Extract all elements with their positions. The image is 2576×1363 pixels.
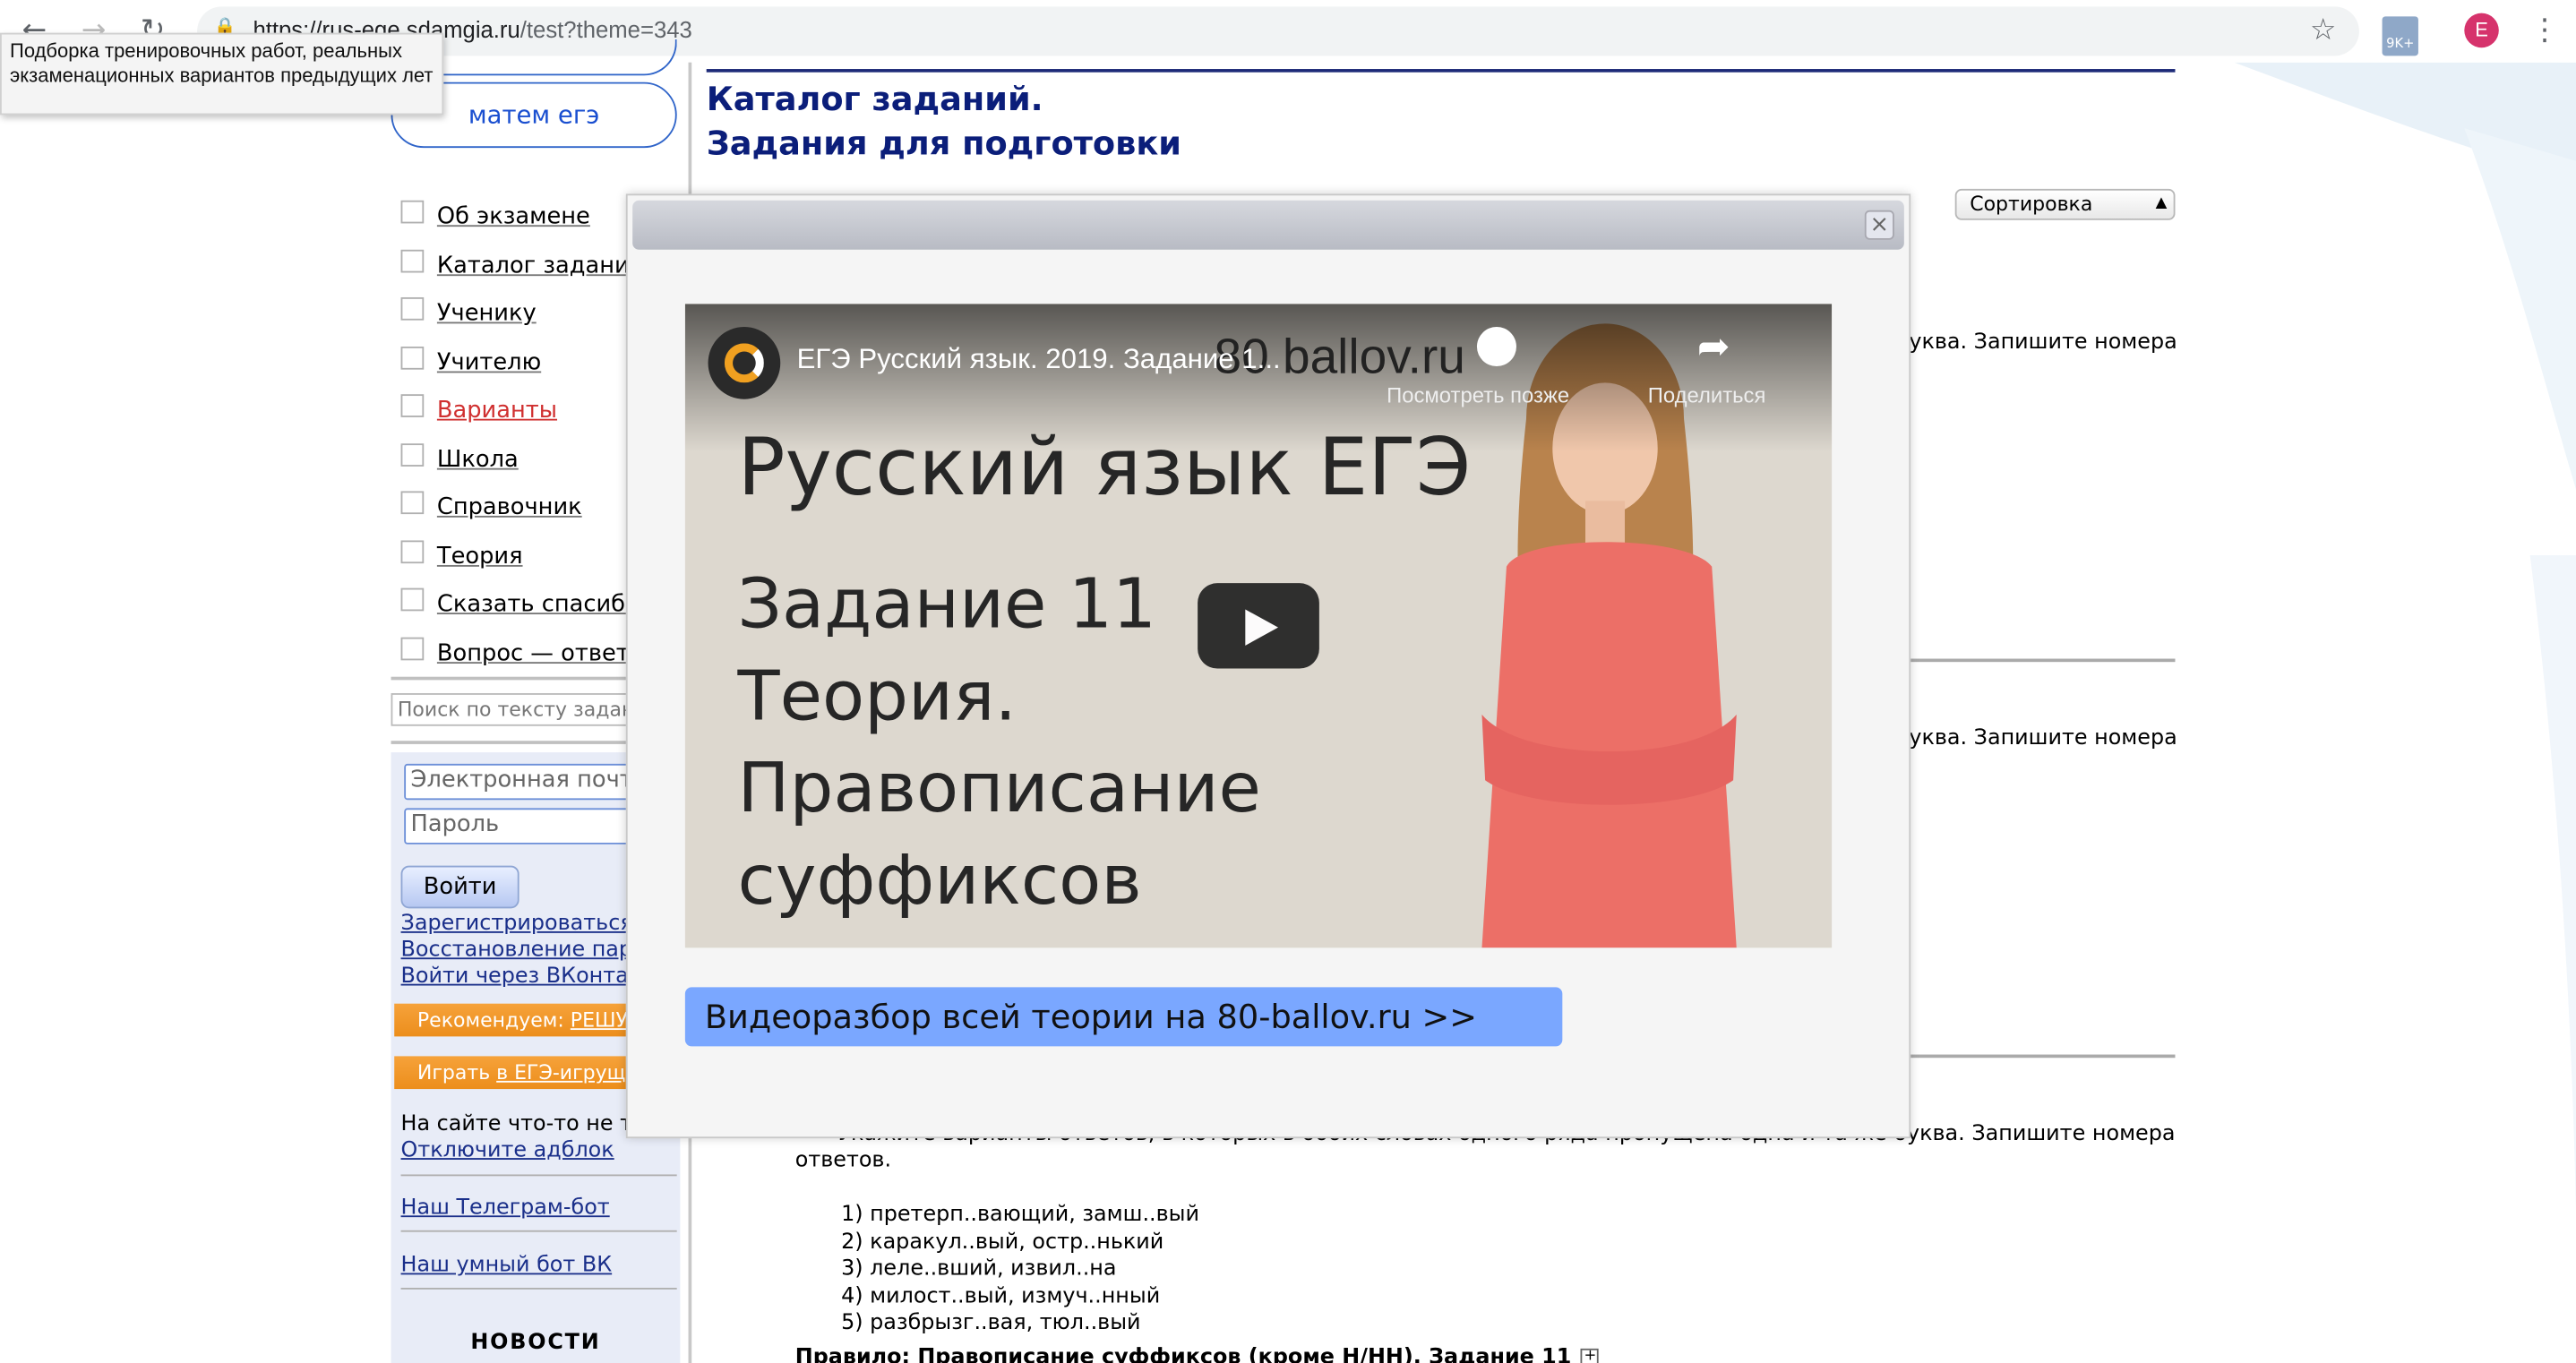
video-heading: Русский язык ЕГЭ — [737, 422, 1472, 515]
sidebar-item-label[interactable]: Об экзамене — [437, 201, 590, 234]
video-line: Задание 11 — [737, 563, 1156, 645]
video-line: Правописание — [737, 747, 1261, 828]
checkbox-icon — [400, 200, 425, 224]
sidebar-item-label[interactable]: Сказать спасибо — [437, 588, 640, 621]
list-item: 5) разбрызг..вая, тюл..вый — [841, 1310, 1141, 1336]
checkbox-icon — [400, 636, 425, 660]
profile-avatar[interactable]: E — [2464, 13, 2499, 48]
browser-menu-icon[interactable]: ⋮ — [2530, 13, 2560, 48]
divider — [400, 1174, 677, 1177]
divider — [400, 1288, 677, 1290]
adblock-link[interactable]: Отключите адблок — [401, 1138, 614, 1163]
list-item: 1) претерп..вающий, замш..вый — [841, 1202, 1199, 1228]
video-modal: × 80 ballov.ru ЕГЭ Русский язык. 2019. З… — [625, 193, 1911, 1139]
task-fragment: уква. Запишите номера — [1909, 725, 2177, 751]
checkbox-icon — [400, 587, 425, 612]
clock-icon[interactable] — [1476, 327, 1516, 367]
expand-plus-icon[interactable]: + — [1581, 1348, 1600, 1363]
vk-login-link[interactable]: Войти через ВКонтакт — [401, 964, 654, 990]
vk-bot-link[interactable]: Наш умный бот ВК — [401, 1253, 613, 1278]
sort-select[interactable]: Сортировка ▲ — [1954, 188, 2176, 220]
checkbox-icon — [400, 539, 425, 563]
page-subtitle: Задания для подготовки — [706, 123, 1181, 163]
checkbox-icon — [400, 248, 425, 272]
header-rule — [706, 69, 2176, 73]
play-button-icon[interactable] — [1198, 583, 1319, 669]
tooltip: Подборка тренировочных работ, реальных э… — [0, 32, 444, 116]
task-separator — [1909, 658, 2176, 663]
sidebar-item-label[interactable]: Справочник — [437, 491, 582, 524]
sidebar-item-label[interactable]: Школа — [437, 442, 519, 476]
checkbox-icon — [400, 491, 425, 515]
sidebar-item-label[interactable]: Вопрос — ответ — [437, 637, 630, 670]
watch-later-label[interactable]: Посмотреть позже — [1387, 382, 1569, 407]
channel-logo-icon[interactable] — [708, 327, 781, 399]
share-icon[interactable]: ➦ — [1697, 323, 1730, 369]
checkbox-icon — [400, 346, 425, 369]
checkbox-icon — [400, 296, 425, 321]
rule-link[interactable]: Правило: Правописание суффиксов (кроме Н… — [795, 1345, 1600, 1363]
checkbox-icon — [400, 394, 425, 417]
restore-password-link[interactable]: Восстановление парол — [401, 938, 659, 963]
checkbox-icon — [400, 442, 425, 466]
task-fragment: уква. Запишите номера — [1909, 330, 2177, 356]
divider — [400, 1230, 677, 1232]
mail-extension-icon[interactable]: 9K+ — [2382, 16, 2418, 56]
sidebar-item-label[interactable]: Учителю — [437, 346, 541, 379]
video-title[interactable]: ЕГЭ Русский язык. 2019. Задание 1... — [797, 343, 1281, 376]
bookmark-star-icon[interactable]: ☆ — [2310, 13, 2337, 48]
share-label[interactable]: Поделиться — [1648, 382, 1766, 407]
select-arrows-icon: ▲ — [2155, 195, 2168, 212]
video-line: суффиксов — [737, 839, 1142, 921]
modal-titlebar: × — [632, 200, 1904, 250]
list-item: 3) леле..вший, извил..на — [841, 1256, 1117, 1282]
news-heading: НОВОСТИ — [470, 1330, 601, 1356]
sidebar-item-label[interactable]: Варианты — [437, 394, 557, 427]
register-link[interactable]: Зарегистрироваться — [401, 912, 633, 937]
answer-options: 1) претерп..вающий, замш..вый 2) каракул… — [841, 1203, 1199, 1338]
sidebar-item-label[interactable]: Ученику — [437, 297, 537, 330]
adblock-text: На сайте что-то не та — [400, 1111, 646, 1137]
video-line: Теория. — [737, 655, 1017, 736]
login-button[interactable]: Войти — [400, 865, 519, 909]
sidebar-item-label[interactable]: Каталог заданий — [437, 249, 645, 282]
video-player[interactable]: 80 ballov.ru ЕГЭ Русский язык. 2019. Зад… — [684, 304, 1833, 948]
page-title: Каталог заданий. — [706, 79, 1043, 119]
list-item: 4) милост..вый, измуч..нный — [841, 1283, 1161, 1308]
list-item: 2) каракул..вый, остр..нький — [841, 1229, 1164, 1255]
video-review-button[interactable]: Видеоразбор всей теории на 80-ballov.ru … — [684, 987, 1563, 1047]
telegram-bot-link[interactable]: Наш Телеграм-бот — [401, 1196, 610, 1221]
background-swoosh — [2234, 62, 2576, 1212]
task-separator — [1909, 1054, 2176, 1059]
sidebar-item-label[interactable]: Теория — [437, 540, 523, 573]
close-icon[interactable]: × — [1864, 210, 1894, 240]
